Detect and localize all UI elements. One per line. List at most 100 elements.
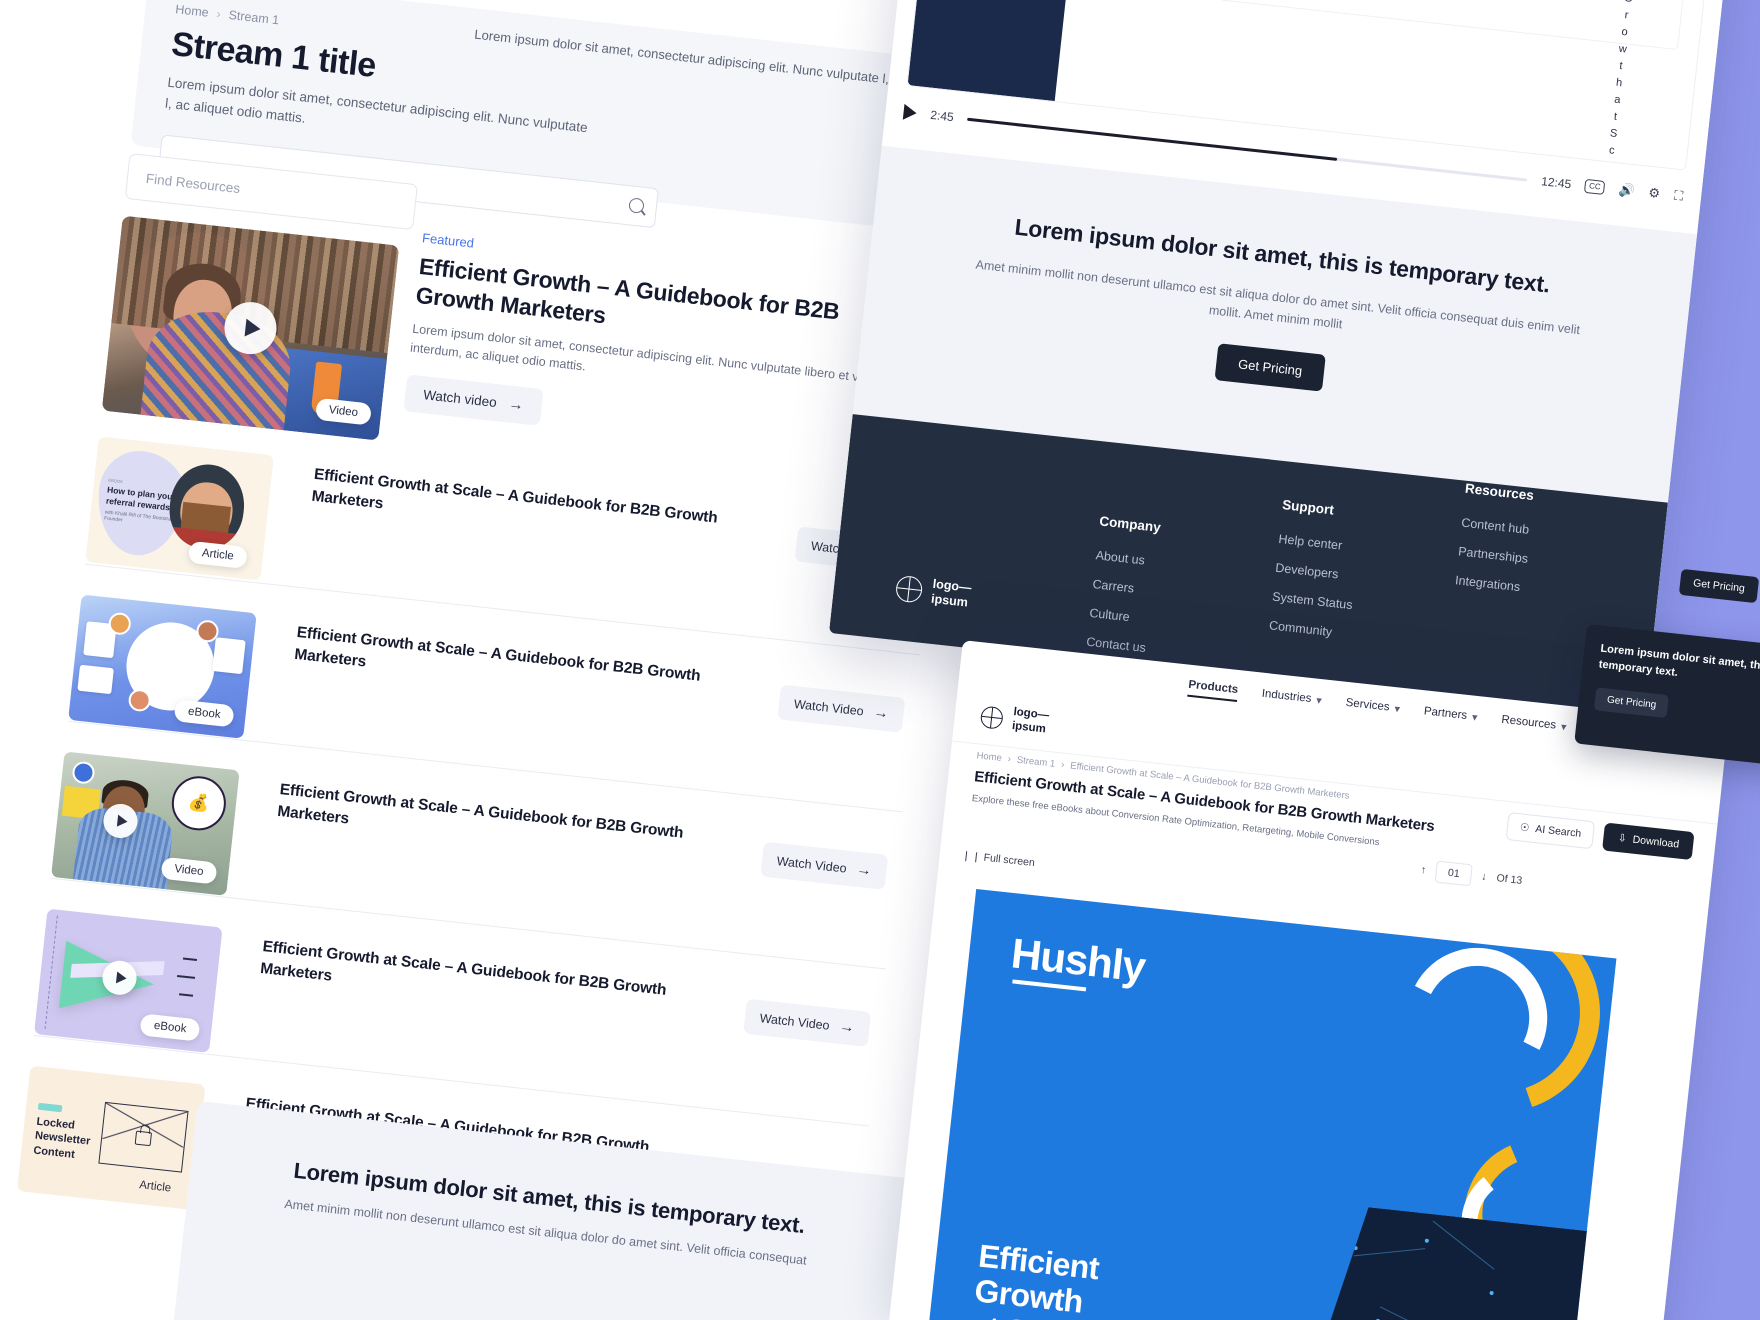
row-cta-label: Watch Video [793,696,865,719]
footer-link[interactable]: System Status [1272,590,1393,617]
row-watch-video-button[interactable]: Watch Video → [777,684,906,733]
footer-link[interactable]: About us [1095,548,1216,575]
footer-link[interactable]: Carrers [1092,577,1213,604]
breadcrumb-separator: › [1060,759,1065,771]
row-title[interactable]: Efficient Growth at Scale – A Guidebook … [310,464,742,554]
ai-search-button[interactable]: ☉ AI Search [1505,812,1596,850]
row-thumbnail[interactable]: eBook [68,594,257,739]
tab-label: Resources [1500,713,1557,732]
row-thumbnail[interactable]: 💰 Video [51,751,240,896]
arrow-up-icon[interactable]: ↑ [1420,864,1427,876]
footer-link[interactable]: Help center [1278,532,1399,559]
tooltip-text: Lorem ipsum dolor sit amet, this is temp… [1598,642,1760,679]
tab-label: Industries [1261,687,1313,706]
arrow-down-icon[interactable]: ↓ [1481,871,1488,883]
tab-partners[interactable]: Partners ▾ [1423,705,1479,728]
row-badge: Article [187,540,248,569]
row-watch-video-button[interactable]: Watch Video → [742,998,872,1047]
featured-thumbnail[interactable]: Video [101,215,400,441]
row-watch-video-button[interactable]: Watch Video → [760,841,889,890]
footer-link[interactable]: Community [1268,618,1389,645]
chevron-down-icon: ▾ [1393,702,1401,716]
page-total: Of 13 [1495,872,1523,887]
row-badge: eBook [173,699,235,728]
footer-link[interactable]: Integrations [1454,573,1575,600]
row-title[interactable]: Efficient Growth at Scale – A Guidebook … [259,936,691,1026]
footer-link[interactable]: Content hub [1461,516,1582,543]
get-pricing-button[interactable]: Get Pricing [1593,687,1670,718]
breadcrumb-separator: › [215,6,222,22]
row-thumbnail[interactable]: eBook [33,908,223,1053]
globe-icon [894,574,924,604]
row-badge: Article [138,1179,172,1195]
row-title[interactable]: Efficient Growth at Scale – A Guidebook … [293,622,725,712]
ebook-cover[interactable]: Hushly Efficient Growth at Scale. [923,888,1617,1320]
download-button[interactable]: ⇩ Download [1602,822,1695,861]
get-pricing-button[interactable]: Get Pricing [1214,343,1327,392]
breadcrumb-home[interactable]: Home [175,2,210,20]
breadcrumb-stream[interactable]: Stream 1 [1016,755,1056,770]
fullscreen-icon [965,850,978,863]
globe-icon [979,705,1004,730]
get-pricing-button-top[interactable]: Get Pricing [1678,568,1760,604]
gear-icon[interactable]: ⚙ [1648,185,1661,202]
footer-column-head: Company [1098,513,1162,535]
screenshot-stage: ing▾ item 1 item 2 m item 3 am item 4 ea… [0,0,1760,1320]
row-title[interactable]: Efficient Growth at Scale – A Guidebook … [276,779,708,869]
play-icon[interactable] [902,103,918,122]
footer-link[interactable]: Culture [1089,606,1210,633]
chevron-down-icon: ▾ [1315,694,1323,707]
volume-icon[interactable]: 🔊 [1618,182,1636,200]
sidebar-item-0[interactable]: ing▾ [0,0,72,55]
row-thumbnail[interactable]: Locked Newsletter Content Article [16,1065,206,1210]
arrow-right-icon: → [855,860,873,880]
footer-link[interactable]: Developers [1275,561,1396,588]
row-cta-label: Watch Video [776,853,848,876]
tab-products[interactable]: Products [1187,678,1239,703]
arrow-right-icon: → [838,1017,856,1037]
watch-video-label: Watch video [422,386,498,410]
chevron-down-icon: ▾ [1471,711,1479,724]
footer-column-head: Support [1281,497,1335,518]
featured-watch-video-button[interactable]: Watch video → [403,374,544,426]
logo-line2: ipsum [930,591,969,610]
footer-column-support: Support Help center Developers System St… [1263,497,1402,696]
arrow-right-icon: → [872,703,890,723]
row-thumbnail[interactable]: EBOOK How to plan your referral rewards … [85,436,274,581]
page-number-input[interactable]: 01 [1434,860,1473,887]
fullscreen-icon[interactable]: ⛶ [1673,188,1684,205]
chevron-down-icon: ▾ [1560,720,1568,734]
tab-industries[interactable]: Industries ▾ [1261,687,1323,710]
row-cta-label: Watch Video [759,1010,831,1033]
row-badge: eBook [139,1013,201,1042]
ai-search-icon: ☉ [1519,821,1531,835]
tab-resources[interactable]: Resources ▾ [1500,713,1567,737]
breadcrumb-home[interactable]: Home [976,750,1002,764]
download-label: Download [1632,833,1680,851]
sidebar: ing▾ item 1 item 2 m item 3 am item 4 ea… [0,0,96,433]
footer-column-company: Company About us Carrers Culture Contact… [1084,513,1220,676]
footer-link[interactable]: Partnerships [1458,544,1579,571]
tab-label: Services [1345,696,1391,714]
cover-title: Efficient Growth at Scale. [969,1237,1104,1320]
video-app-sidebar [907,0,1100,102]
fullscreen-label: Full screen [982,851,1036,870]
download-icon: ⇩ [1617,832,1628,845]
tab-label: Partners [1423,705,1468,722]
tab-services[interactable]: Services ▾ [1345,696,1401,719]
breadcrumb-current: Stream 1 [227,7,280,28]
footer-column-resources: Resources Content hub Partnerships Integ… [1442,481,1585,716]
find-resources-placeholder: Find Resources [145,170,241,196]
current-time: 2:45 [929,107,955,125]
fullscreen-button[interactable]: Full screen [965,850,1035,869]
ai-search-label: AI Search [1534,823,1582,840]
breadcrumb-separator: › [1007,753,1012,765]
tab-label: Products [1187,678,1239,697]
arrow-right-icon: → [507,395,525,414]
total-time: 12:45 [1540,174,1572,192]
footer-logo[interactable]: logo— ipsum [890,532,976,650]
closed-captions-icon[interactable]: CC [1584,178,1606,195]
search-icon [628,197,645,215]
logo-line2: ipsum [1011,719,1047,736]
envelope-lock-icon [98,1101,189,1173]
